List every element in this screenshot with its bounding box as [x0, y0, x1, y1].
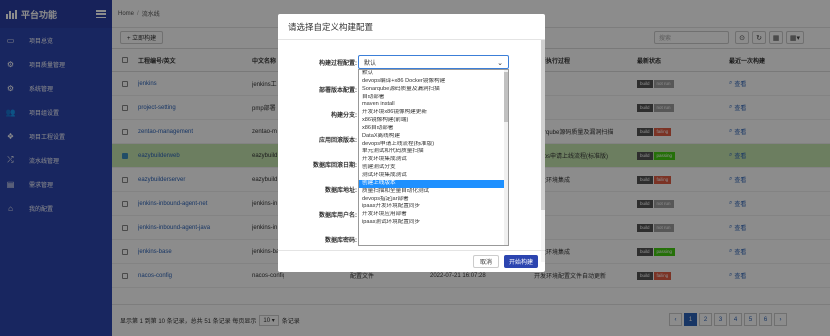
dropdown-option[interactable]: devops编译+x86 Docker镜像构建: [359, 78, 508, 86]
dropdown-scrollbar[interactable]: [504, 70, 508, 245]
dropdown-option[interactable]: 默认: [359, 70, 508, 78]
form-label: 数据库用户名:: [319, 212, 357, 219]
dropdown-option[interactable]: devops指定jar部署: [359, 196, 508, 204]
form-label: 构建过程配置:: [319, 60, 357, 67]
form-label: 数据库回滚日期:: [313, 162, 357, 169]
chevron-down-icon: ⌄: [497, 60, 503, 67]
build-process-value: 默认: [364, 60, 377, 67]
dropdown-option[interactable]: DataX离线构建: [359, 133, 508, 141]
dropdown-option[interactable]: 质量扫描和全量自动化测试: [359, 188, 508, 196]
dropdown-option[interactable]: x86自动部署: [359, 125, 508, 133]
dropdown-option[interactable]: 创建测试分支: [359, 164, 508, 172]
dropdown-option[interactable]: 单元测试和代码质量扫描: [359, 148, 508, 156]
modal-footer: 取消 开始构建: [278, 250, 545, 272]
dropdown-option[interactable]: 创建上线版本: [359, 179, 508, 188]
dropdown-option[interactable]: ipaas测试环境配置同步: [359, 219, 508, 227]
dropdown-option[interactable]: devops申请上线流程(标准版): [359, 141, 508, 149]
form-label: 数据库地址:: [325, 187, 357, 194]
dropdown-option[interactable]: 测试环境集成测试: [359, 172, 508, 180]
dropdown-option[interactable]: 开发环境应用部署: [359, 211, 508, 219]
dropdown-option[interactable]: 自动部署: [359, 94, 508, 102]
dropdown-option[interactable]: 开发环境集成测试: [359, 156, 508, 164]
cancel-button[interactable]: 取消: [473, 255, 500, 268]
dropdown-option[interactable]: Sonarqube源码质量及漏洞扫描: [359, 86, 508, 94]
start-build-button[interactable]: 开始构建: [504, 255, 539, 268]
dropdown-option[interactable]: 开发环境x86镜像构建更新: [359, 109, 508, 117]
modal-scrollbar[interactable]: [541, 40, 545, 262]
dropdown-option[interactable]: maven install: [359, 101, 508, 109]
dropdown-option[interactable]: x86镜像构建(前端): [359, 117, 508, 125]
build-config-modal: 请选择自定义构建配置 构建过程配置: 部署版本配置: 构建分支: 应用回滚版本: 数据库…: [278, 14, 545, 272]
build-process-select[interactable]: 默认 ⌄: [358, 55, 509, 69]
form-label: 数据库密码:: [325, 237, 357, 244]
form-label: 构建分支:: [331, 112, 357, 119]
form-label: 应用回滚版本:: [319, 137, 357, 144]
modal-title: 请选择自定义构建配置: [278, 14, 545, 40]
form-label: 部署版本配置:: [319, 87, 357, 94]
build-process-dropdown: 默认 devops编译+x86 Docker镜像构建 Sonarqube源码质量及漏…: [358, 69, 509, 246]
dropdown-option[interactable]: ipaas开发环境配置同步: [359, 203, 508, 211]
